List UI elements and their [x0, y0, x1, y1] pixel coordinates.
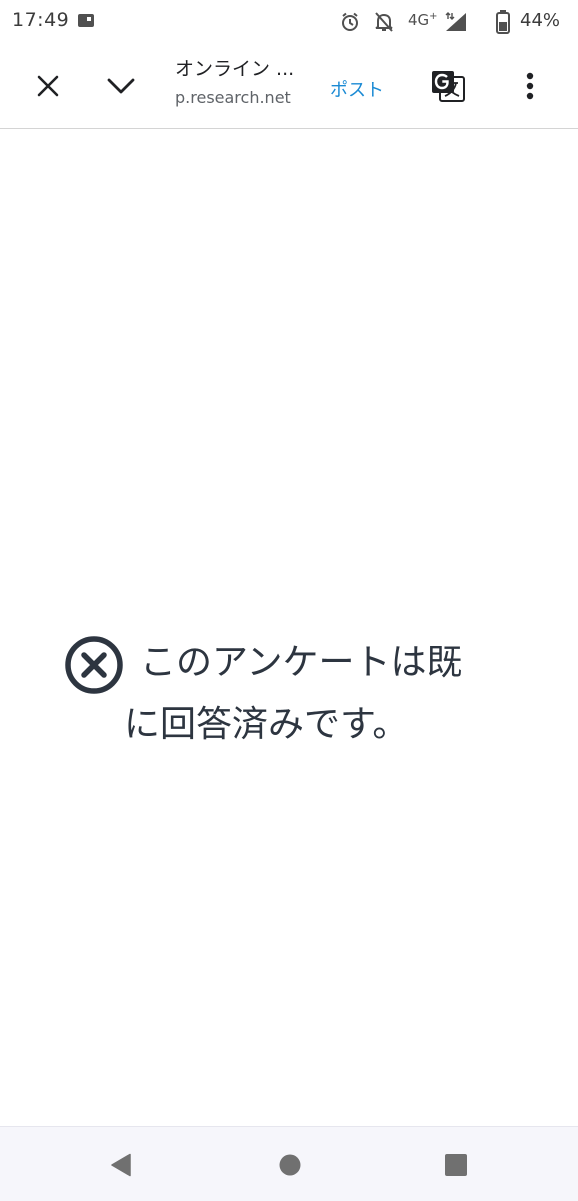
battery-icon: [496, 10, 510, 34]
translate-icon: [432, 71, 465, 102]
page-title-block: オンライン ... p.research.net: [175, 54, 325, 108]
chevron-down-icon: [107, 78, 135, 94]
browser-toolbar: オンライン ... p.research.net ポスト: [0, 44, 578, 129]
message-text-line2: に回答済みです。: [124, 704, 409, 745]
page-url: p.research.net: [175, 88, 291, 107]
error-circle-icon: [65, 636, 123, 694]
status-indicators: 4G+ 44%: [328, 0, 578, 44]
recents-icon[interactable]: [442, 1151, 470, 1179]
more-options-button[interactable]: [508, 62, 552, 110]
battery-percent: 44%: [520, 10, 561, 31]
post-button[interactable]: ポスト: [330, 76, 384, 102]
page-title: オンライン ...: [175, 58, 295, 80]
close-icon: [37, 75, 59, 97]
notification-icon: [78, 14, 94, 27]
back-icon[interactable]: [108, 1151, 136, 1179]
status-time: 17:49: [12, 9, 70, 31]
network-type: 4G+: [408, 11, 438, 29]
translate-button[interactable]: [424, 62, 472, 110]
message-text-line1: このアンケートは既: [140, 642, 463, 683]
more-vert-icon: [526, 72, 534, 100]
system-navigation-bar: [0, 1126, 578, 1201]
alarm-icon: [342, 12, 358, 31]
close-button[interactable]: [24, 64, 72, 108]
home-icon[interactable]: [276, 1151, 304, 1179]
web-content: このアンケートは既 に回答済みです。: [0, 129, 578, 1126]
collapse-button[interactable]: [96, 64, 146, 108]
status-bar: 17:49 4G+ 44%: [0, 0, 578, 44]
notifications-off-icon: [375, 12, 393, 32]
signal-icon: [445, 12, 466, 31]
